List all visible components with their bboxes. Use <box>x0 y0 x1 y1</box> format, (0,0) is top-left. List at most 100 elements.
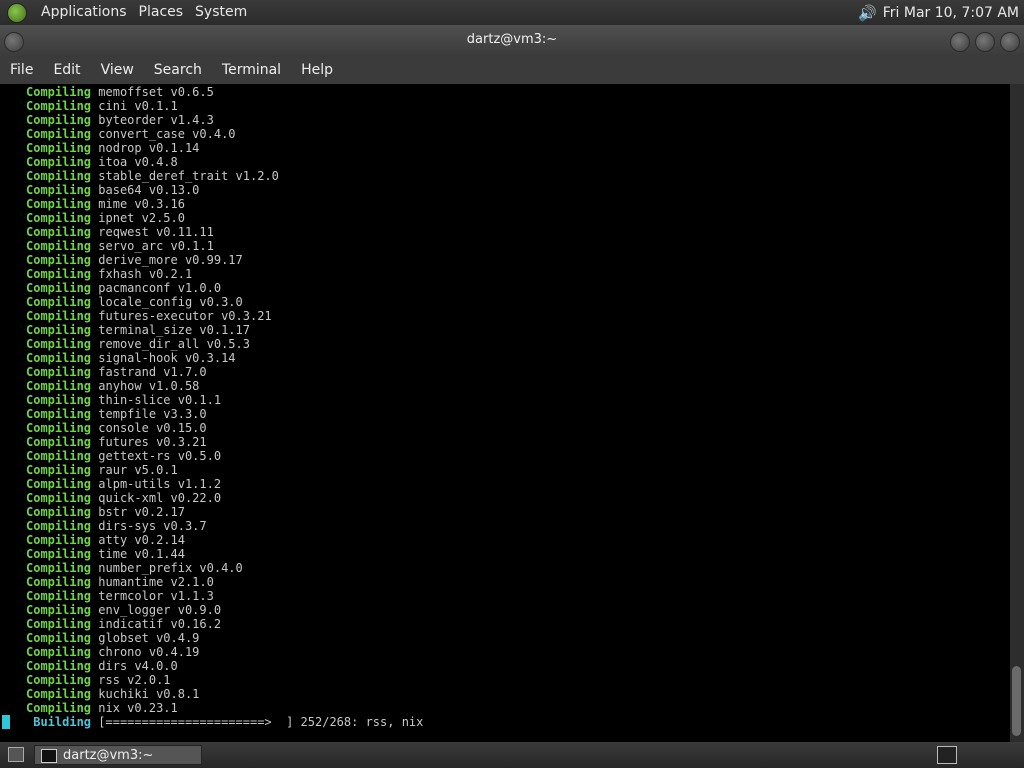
terminal-line: Compiling servo_arc v0.1.1 <box>26 239 423 253</box>
taskbar-terminal-button[interactable]: dartz@vm3:~ <box>34 745 202 765</box>
line-text: nodrop v0.1.14 <box>98 141 200 155</box>
line-text: kuchiki v0.8.1 <box>98 687 200 701</box>
line-keyword: Compiling <box>26 211 92 225</box>
volume-icon[interactable]: 🔊 <box>858 4 877 22</box>
minimize-icon[interactable] <box>950 32 970 52</box>
menu-edit[interactable]: Edit <box>43 57 90 84</box>
terminal-line: Compiling mime v0.3.16 <box>26 197 423 211</box>
terminal-line: Compiling nix v0.23.1 <box>26 701 423 715</box>
line-keyword: Compiling <box>26 281 92 295</box>
terminal-line: Compiling itoa v0.4.8 <box>26 155 423 169</box>
terminal-line: Compiling byteorder v1.4.3 <box>26 113 423 127</box>
window-title: dartz@vm3:~ <box>466 32 558 47</box>
window-titlebar[interactable]: dartz@vm3:~ <box>0 25 1024 57</box>
line-keyword: Compiling <box>26 113 92 127</box>
applications-menu[interactable]: Applications <box>35 0 133 25</box>
line-text: convert_case v0.4.0 <box>98 127 236 141</box>
maximize-icon[interactable] <box>975 32 995 52</box>
line-text: quick-xml v0.22.0 <box>98 491 222 505</box>
line-keyword: Compiling <box>26 85 92 99</box>
line-keyword: Compiling <box>26 547 92 561</box>
line-text: anyhow v1.0.58 <box>98 379 200 393</box>
terminal-line: Compiling derive_more v0.99.17 <box>26 253 423 267</box>
terminal-line: Compiling gettext-rs v0.5.0 <box>26 449 423 463</box>
clock[interactable]: Fri Mar 10, 7:07 AM <box>883 5 1019 21</box>
line-text: rss v2.0.1 <box>98 673 171 687</box>
close-icon[interactable] <box>1000 32 1020 52</box>
line-text: chrono v0.4.19 <box>98 645 200 659</box>
line-text: servo_arc v0.1.1 <box>98 239 214 253</box>
line-keyword: Compiling <box>26 631 92 645</box>
terminal-cursor <box>2 715 10 729</box>
line-text: remove_dir_all v0.5.3 <box>98 337 250 351</box>
places-menu[interactable]: Places <box>133 0 190 25</box>
line-keyword: Compiling <box>26 575 92 589</box>
terminal-scrollbar[interactable] <box>1010 84 1024 742</box>
system-menu[interactable]: System <box>189 0 253 25</box>
menu-help[interactable]: Help <box>291 57 343 84</box>
line-text: terminal_size v0.1.17 <box>98 323 250 337</box>
line-text: dirs-sys v0.3.7 <box>98 519 207 533</box>
menu-search[interactable]: Search <box>144 57 212 84</box>
line-text: dirs v4.0.0 <box>98 659 178 673</box>
menu-view[interactable]: View <box>91 57 144 84</box>
line-text: thin-slice v0.1.1 <box>98 393 222 407</box>
line-keyword: Compiling <box>26 407 92 421</box>
top-panel: Applications Places System 🔊 Fri Mar 10,… <box>0 0 1024 25</box>
terminal-line: Compiling convert_case v0.4.0 <box>26 127 423 141</box>
scrollbar-thumb[interactable] <box>1012 666 1021 736</box>
taskbar-task-label: dartz@vm3:~ <box>63 748 154 763</box>
line-text: nix v0.23.1 <box>98 701 178 715</box>
line-keyword: Compiling <box>26 239 92 253</box>
line-text: time v0.1.44 <box>98 547 185 561</box>
terminal-line: Compiling fastrand v1.7.0 <box>26 365 423 379</box>
terminal-line: Compiling globset v0.4.9 <box>26 631 423 645</box>
line-text: mime v0.3.16 <box>98 197 185 211</box>
line-keyword: Compiling <box>26 561 92 575</box>
line-keyword: Compiling <box>26 519 92 533</box>
line-keyword: Compiling <box>26 645 92 659</box>
terminal-build-progress-line: Building [======================> ] 252/… <box>26 715 423 729</box>
line-keyword: Compiling <box>26 351 92 365</box>
line-keyword: Compiling <box>26 421 92 435</box>
line-keyword: Compiling <box>26 477 92 491</box>
terminal-line: Compiling dirs-sys v0.3.7 <box>26 519 423 533</box>
terminal-output[interactable]: Compiling memoffset v0.6.5 Compiling cini… <box>0 84 1010 742</box>
line-text: gettext-rs v0.5.0 <box>98 449 222 463</box>
line-text: env_logger v0.9.0 <box>98 603 222 617</box>
line-keyword: Compiling <box>26 169 92 183</box>
terminal-line: Compiling thin-slice v0.1.1 <box>26 393 423 407</box>
line-text: locale_config v0.3.0 <box>98 295 243 309</box>
line-keyword: Compiling <box>26 701 92 715</box>
terminal-line: Compiling raur v5.0.1 <box>26 463 423 477</box>
line-keyword: Compiling <box>26 155 92 169</box>
line-text: futures v0.3.21 <box>98 435 207 449</box>
line-text: tempfile v3.3.0 <box>98 407 207 421</box>
terminal-line: Compiling pacmanconf v1.0.0 <box>26 281 423 295</box>
line-keyword: Compiling <box>26 365 92 379</box>
window-menu-icon[interactable] <box>4 32 24 52</box>
workspace-switcher-icon[interactable] <box>937 746 957 764</box>
terminal-line: Compiling futures v0.3.21 <box>26 435 423 449</box>
menu-terminal[interactable]: Terminal <box>212 57 291 84</box>
line-text: reqwest v0.11.11 <box>98 225 214 239</box>
show-desktop-icon[interactable] <box>8 747 24 762</box>
terminal-line: Compiling tempfile v3.3.0 <box>26 407 423 421</box>
line-keyword: Compiling <box>26 393 92 407</box>
line-keyword: Compiling <box>26 183 92 197</box>
terminal-line: Compiling reqwest v0.11.11 <box>26 225 423 239</box>
terminal-line: Compiling quick-xml v0.22.0 <box>26 491 423 505</box>
line-text: indicatif v0.16.2 <box>98 617 222 631</box>
line-keyword: Compiling <box>26 589 92 603</box>
line-text: byteorder v1.4.3 <box>98 113 214 127</box>
terminal-line: Compiling cini v0.1.1 <box>26 99 423 113</box>
terminal-line: Compiling atty v0.2.14 <box>26 533 423 547</box>
line-keyword: Compiling <box>26 141 92 155</box>
terminal-line: Compiling indicatif v0.16.2 <box>26 617 423 631</box>
terminal-line: Compiling termcolor v1.1.3 <box>26 589 423 603</box>
terminal-line: Compiling locale_config v0.3.0 <box>26 295 423 309</box>
terminal-line: Compiling bstr v0.2.17 <box>26 505 423 519</box>
menu-file[interactable]: File <box>0 57 43 84</box>
line-keyword: Compiling <box>26 225 92 239</box>
distro-logo-icon[interactable] <box>7 2 27 23</box>
